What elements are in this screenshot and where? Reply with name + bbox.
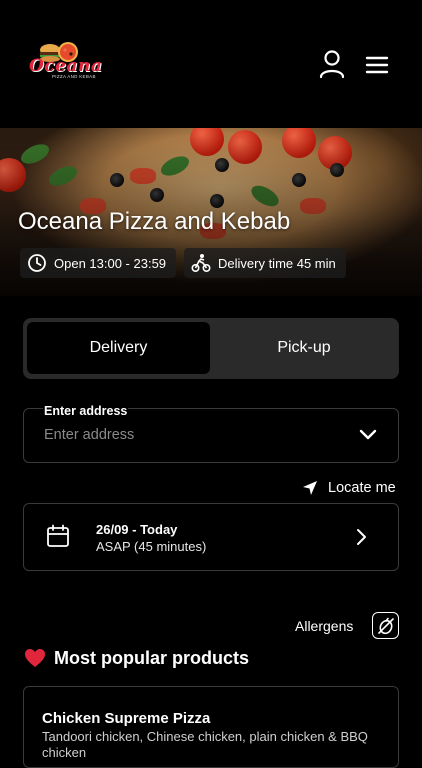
calendar-icon [47,524,69,547]
tab-delivery[interactable]: Delivery [27,322,210,374]
section-title: Most popular products [54,647,249,668]
menu-button[interactable] [362,52,392,78]
logo-name: Oceana [29,56,103,76]
popular-section-heading: Most popular products [24,646,249,670]
product-description: Tandoori chicken, Chinese chicken, plain… [42,729,368,760]
allergen-icon [377,617,394,634]
chevron-right-icon [357,529,366,545]
product-card[interactable]: Chicken Supreme Pizza Tandoori chicken, … [23,686,399,768]
user-icon [319,50,345,79]
tab-pickup[interactable]: Pick-up [213,322,395,374]
courier-bike-icon [191,254,211,273]
schedule-date: 26/09 - Today [96,522,178,537]
order-mode-toggle: Delivery Pick-up [23,318,399,379]
delivery-time-text: Delivery time 45 min [218,255,336,271]
store-hero: Oceana Pizza and Kebab Open 13:00 - 23:5… [0,128,422,296]
product-name: Chicken Supreme Pizza [42,710,211,727]
locate-me-button[interactable]: Locate me [302,478,396,498]
allergens-button[interactable] [372,612,399,639]
clock-icon [28,254,46,272]
allergens-label: Allergens [295,618,354,634]
opening-hours-chip: Open 13:00 - 23:59 [20,248,176,278]
address-input[interactable] [44,423,344,447]
schedule-time: ASAP (45 minutes) [96,539,207,554]
hamburger-menu-icon [365,56,389,74]
address-label: Enter address [43,404,129,418]
chevron-down-icon[interactable] [358,427,378,443]
schedule-selector[interactable]: 26/09 - Today ASAP (45 minutes) [23,503,399,571]
location-arrow-icon [303,481,317,495]
locate-me-label: Locate me [328,480,396,496]
store-name: Oceana Pizza and Kebab [18,208,291,235]
logo-tagline: PIZZA AND KEBAB [52,74,96,79]
delivery-time-chip: Delivery time 45 min [184,248,346,278]
brand-logo[interactable]: Oceana PIZZA AND KEBAB [26,40,102,82]
opening-hours-text: Open 13:00 - 23:59 [54,255,167,271]
account-button[interactable] [316,50,348,80]
heart-icon [25,649,45,667]
